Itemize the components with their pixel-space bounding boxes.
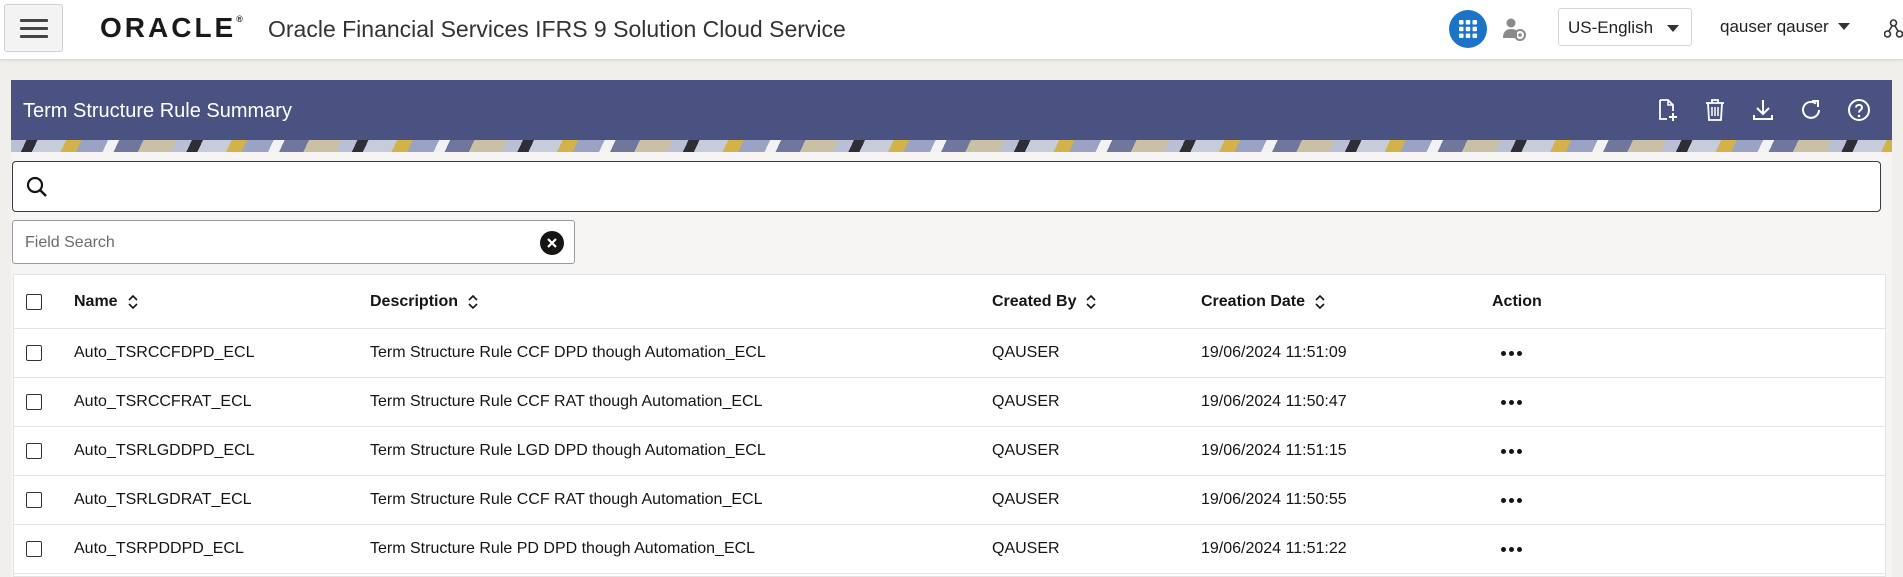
grid-icon [1459,20,1477,38]
select-all-checkbox[interactable] [26,293,42,310]
cell-created-by: QAUSER [992,540,1060,557]
decorative-banner [11,140,1892,152]
cell-created-by: QAUSER [992,491,1060,508]
column-header-action: Action [1492,292,1542,310]
chevron-down-icon[interactable] [1838,23,1850,30]
cell-name[interactable]: Auto_TSRLGDDPD_ECL [74,427,255,475]
cell-description: Term Structure Rule PD DPD though Automa… [370,540,756,557]
column-header-created-by[interactable]: Created By [992,275,1097,328]
column-header-name[interactable]: Name [74,275,138,328]
help-button[interactable] [1846,97,1872,123]
cell-created-by: QAUSER [992,442,1060,459]
add-document-icon [1659,99,1677,121]
cell-creation-date: 19/06/2024 11:50:47 [1201,393,1347,410]
language-value: US-English [1568,18,1654,37]
row-actions-button[interactable] [1501,329,1522,377]
row-actions-button[interactable] [1501,378,1522,426]
app-title: Oracle Financial Services IFRS 9 Solutio… [268,16,846,42]
column-header-description[interactable]: Description [370,275,478,328]
cell-name[interactable]: Auto_TSRLGDRAT_ECL [74,476,252,524]
row-checkbox[interactable] [26,345,42,361]
table-row[interactable]: Auto_TSRLGDDPD_ECL Term Structure Rule L… [14,427,1885,476]
cell-description: Term Structure Rule LGD DPD though Autom… [370,442,766,459]
page-toolbar [1654,97,1872,123]
refresh-icon [1802,100,1820,119]
hierarchy-button[interactable] [1883,18,1903,40]
field-search-input[interactable]: Field Search [12,220,575,264]
page-title-bar: Term Structure Rule Summary [11,80,1892,140]
admin-user-icon [1503,18,1526,41]
sort-icon [1315,294,1325,309]
cell-name[interactable]: Auto_TSRCCFRAT_ECL [74,378,252,426]
table-row[interactable]: Auto_TSRCCFDPD_ECL Term Structure Rule C… [14,329,1885,378]
row-checkbox[interactable] [26,492,42,508]
cell-description: Term Structure Rule CCF RAT though Autom… [370,393,763,410]
chevron-down-icon [1667,25,1679,32]
row-checkbox[interactable] [26,394,42,410]
row-actions-button[interactable] [1501,525,1522,573]
row-checkbox[interactable] [26,443,42,459]
table-row[interactable]: Auto_TSRLGDRAT_ECL Term Structure Rule C… [14,476,1885,525]
cell-created-by: QAUSER [992,344,1060,361]
more-icon [1501,399,1522,405]
more-icon [1501,448,1522,454]
admin-user-button[interactable] [1501,16,1527,42]
field-search-placeholder: Field Search [25,234,115,251]
sort-icon [1086,294,1097,309]
hamburger-icon [19,18,48,22]
row-actions-button[interactable] [1501,427,1522,475]
rules-table: Name Description Created By Creation Dat… [13,274,1886,577]
cell-creation-date: 19/06/2024 11:50:55 [1201,491,1347,508]
language-select[interactable]: US-English [1558,8,1692,46]
cell-name[interactable]: Auto_TSRPDDPD_ECL [74,525,244,573]
apps-button[interactable] [1449,10,1487,48]
cell-creation-date: 19/06/2024 11:51:09 [1201,344,1347,361]
content-panel: Term Structure Rule Summary Field Search… [11,80,1892,577]
add-button[interactable] [1654,97,1680,123]
more-icon [1501,546,1522,552]
column-header-creation-date[interactable]: Creation Date [1201,275,1325,328]
close-icon [547,238,557,248]
download-button[interactable] [1750,97,1776,123]
cell-description: Term Structure Rule CCF RAT though Autom… [370,491,763,508]
user-menu[interactable]: qauser qauser [1720,17,1829,37]
download-icon [1753,100,1773,120]
hamburger-menu-button[interactable] [4,4,63,52]
top-header: ORACLE® Oracle Financial Services IFRS 9… [0,0,1903,60]
search-input[interactable] [12,161,1881,212]
delete-icon [1706,99,1724,121]
cell-creation-date: 19/06/2024 11:51:22 [1201,540,1347,557]
clear-button[interactable] [540,231,564,255]
table-row[interactable]: Auto_TSRPDDPD_ECL Term Structure Rule PD… [14,525,1885,574]
cell-creation-date: 19/06/2024 11:51:15 [1201,442,1347,459]
page-title: Term Structure Rule Summary [23,100,292,122]
more-icon [1501,350,1522,356]
row-checkbox[interactable] [26,541,42,557]
refresh-button[interactable] [1798,97,1824,123]
sort-icon [468,294,478,309]
row-actions-button[interactable] [1501,476,1522,524]
cell-description: Term Structure Rule CCF DPD though Autom… [370,344,766,361]
table-row[interactable]: Auto_TSRCCFRAT_ECL Term Structure Rule C… [14,378,1885,427]
delete-button[interactable] [1702,97,1728,123]
cell-created-by: QAUSER [992,393,1060,410]
table-header-row: Name Description Created By Creation Dat… [14,275,1885,329]
help-icon [1848,99,1870,121]
cell-name[interactable]: Auto_TSRCCFDPD_ECL [74,329,255,377]
more-icon [1501,497,1522,503]
hierarchy-icon [1883,19,1903,38]
search-icon [26,176,47,197]
oracle-logo: ORACLE® [100,12,243,43]
sort-icon [128,294,138,309]
